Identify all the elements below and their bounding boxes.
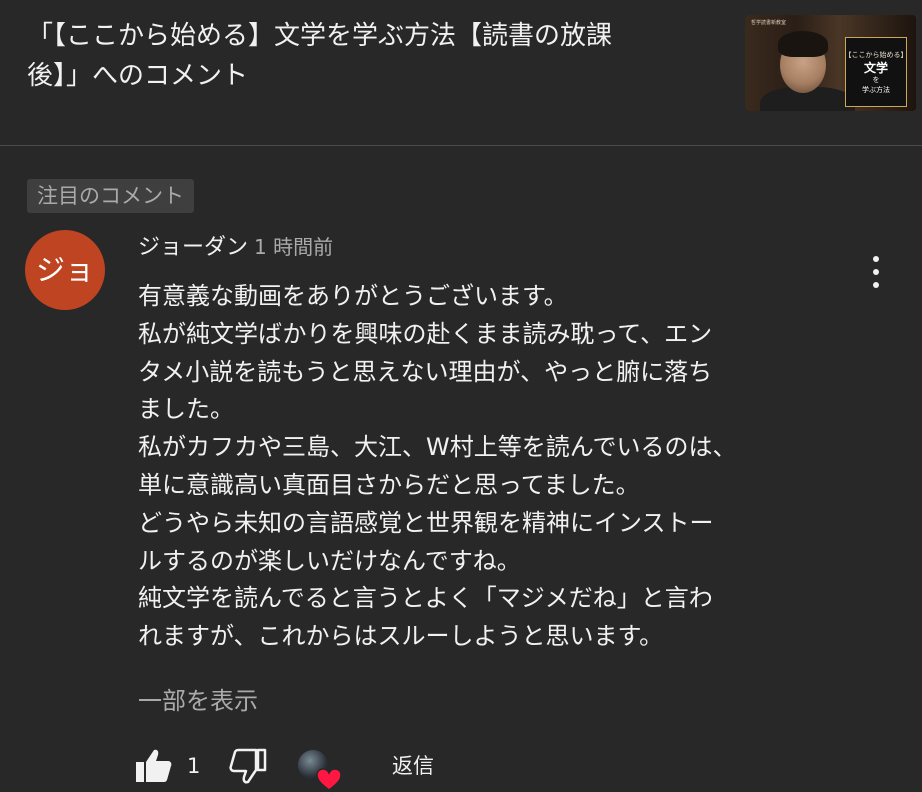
thumbnail-big-text: 文学 [863,60,888,75]
creator-heart [298,746,348,791]
video-thumbnail[interactable]: 哲学読書新教室 【ここから始める】 文学 を 学ぶ方法 [745,15,916,111]
thumbnail-wo-text: を [872,75,880,84]
header: 「【ここから始める】文学を学ぶ方法【読書の放課 後】」へのコメント 哲学読書新教… [0,0,922,145]
comment-line: 私が純文学ばかりを興味の赴くまま読み耽って、エン [138,319,713,348]
page-title: 「【ここから始める】文学を学ぶ方法【読書の放課 後】」へのコメント [27,16,707,96]
comment-line: どうやら未知の言語感覚と世界観を精神にインストー [138,508,714,537]
comment-line: 単に意識高い真面目さからだと思ってました。 [138,470,640,499]
comment-header: ジョーダン 1 時間前 [138,228,333,267]
page-title-line-2: 後】」へのコメント [27,61,249,91]
heart-icon [316,768,342,791]
comment-line: 有意義な動画をありがとうございます。 [138,282,568,310]
thumbnail-title-panel: 【ここから始める】 文学 を 学ぶ方法 [844,37,908,107]
comment-text: 有意義な動画をありがとうございます。 私が純文学ばかりを興味の赴くまま読み耽って… [138,278,828,656]
thumbs-up-icon[interactable] [134,746,174,786]
comment-line: れますが、これからはスルーしようと思います。 [138,622,664,651]
thumbnail-person-hair [778,31,828,57]
thumbnail-corner-text: 哲学読書新教室 [751,20,787,26]
comment-author[interactable]: ジョーダン [138,235,248,260]
comment-line: 純文学を読んでると言うとよく「マジメだね」と言わ [138,584,713,613]
comment-line: ルするのが楽しいだけなんですね。 [138,546,521,575]
comment-actions: 1 返信 [0,740,922,791]
more-vertical-icon[interactable] [862,252,890,292]
comment-line: ました。 [138,395,234,424]
avatar[interactable]: ジョ [25,230,105,310]
pinned-comment-badge: 注目のコメント [27,179,194,213]
page-title-line-1: 「【ここから始める】文学を学ぶ方法【読書の放課 [27,21,613,51]
comment-timestamp[interactable]: 1 時間前 [254,235,333,259]
thumbnail-small-text: 学ぶ方法 [862,85,890,94]
comment-line: 私がカフカや三島、大江、W村上等を読んでいるのは、 [138,433,737,462]
show-more-button[interactable]: 一部を表示 [138,682,258,720]
like-count: 1 [187,754,201,778]
comment-line: タメ小説を読もうと思えない理由が、やっと腑に落ち [138,357,713,386]
thumbnail-tag: 【ここから始める】 [844,50,908,59]
thumbs-down-icon[interactable] [228,746,268,786]
header-divider [0,145,922,146]
reply-button[interactable]: 返信 [392,750,434,782]
